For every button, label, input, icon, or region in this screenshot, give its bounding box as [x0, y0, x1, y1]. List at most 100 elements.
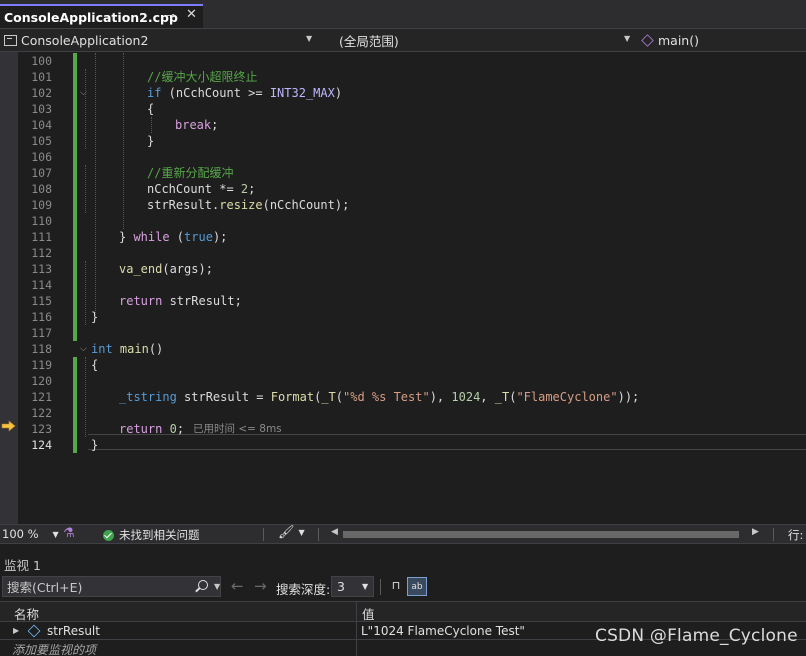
editor-status-bar: 100 % ▼ ⚗ 未找到相关问题 🖌 ▼ ◀ ▶ 行:: [0, 524, 806, 543]
line-number: 105: [31, 134, 52, 148]
code-line[interactable]: 102 ⌵ if (nCchCount >= INT32_MAX): [0, 85, 806, 101]
code-line[interactable]: 107 //重新分配缓冲: [0, 165, 806, 181]
divider: [773, 528, 774, 541]
code-line[interactable]: 104 break;: [0, 117, 806, 133]
code-text[interactable]: nCchCount *= 2;: [147, 181, 255, 197]
code-line[interactable]: 116}: [0, 309, 806, 325]
issues-indicator[interactable]: 未找到相关问题: [103, 527, 200, 543]
code-text[interactable]: return strResult;: [119, 293, 242, 309]
line-number: 103: [31, 102, 52, 116]
code-line[interactable]: 123 return 0; 已用时间 <= 8ms: [0, 421, 806, 437]
column-value-header[interactable]: 值: [362, 604, 375, 623]
code-text[interactable]: if (nCchCount >= INT32_MAX): [147, 85, 342, 101]
code-line[interactable]: 120: [0, 373, 806, 389]
code-text[interactable]: strResult.resize(nCchCount);: [147, 197, 349, 213]
chevron-down-icon: ▼: [306, 34, 313, 43]
health-icon[interactable]: ⚗: [63, 526, 75, 541]
scope-dropdown[interactable]: (全局范围) ▼: [322, 31, 634, 50]
search-previous-arrow-icon[interactable]: ←: [231, 577, 244, 595]
issues-text: 未找到相关问题: [119, 528, 200, 542]
code-editor[interactable]: 100 101//缓冲大小超限终止 102 ⌵ if (nCchCount >= INT…: [0, 52, 806, 524]
column-name-header[interactable]: 名称: [14, 604, 39, 623]
code-line[interactable]: 115 return strResult;: [0, 293, 806, 309]
change-tracking-bar: [73, 85, 77, 101]
code-line[interactable]: 111} while (true);: [0, 229, 806, 245]
code-line[interactable]: 118 ⌵ int main(): [0, 341, 806, 357]
code-line[interactable]: 117: [0, 325, 806, 341]
change-tracking-bar: [73, 437, 77, 453]
project-name: ConsoleApplication2: [21, 33, 149, 48]
code-text[interactable]: //缓冲大小超限终止: [147, 69, 257, 85]
watch-variable-value[interactable]: L"1024 FlameCyclone Test": [361, 624, 525, 638]
code-line[interactable]: 113 va_end(args);: [0, 261, 806, 277]
close-icon[interactable]: ✕: [186, 7, 197, 22]
divider: [318, 528, 319, 541]
scope-value: (全局范围): [339, 34, 399, 49]
code-line[interactable]: 109 strResult.resize(nCchCount);: [0, 197, 806, 213]
search-icon[interactable]: [198, 580, 208, 590]
code-line[interactable]: 122: [0, 405, 806, 421]
scroll-left-icon[interactable]: ◀: [331, 527, 338, 537]
code-line[interactable]: 112: [0, 245, 806, 261]
fold-chevron-icon[interactable]: ⌵: [80, 341, 87, 357]
line-number: 109: [31, 198, 52, 212]
code-line[interactable]: 100: [0, 53, 806, 69]
code-text[interactable]: {: [147, 101, 154, 117]
code-line[interactable]: 103 {: [0, 101, 806, 117]
chevron-down-icon[interactable]: ▼: [214, 582, 220, 591]
change-tracking-bar: [73, 309, 77, 325]
code-text[interactable]: } while (true);: [119, 229, 227, 245]
line-number: 118: [31, 342, 52, 356]
indent-guide: [85, 69, 86, 149]
code-line[interactable]: 105}: [0, 133, 806, 149]
line-number: 108: [31, 182, 52, 196]
chevron-down-icon: ▼: [362, 582, 369, 591]
watch-variable-name[interactable]: strResult: [47, 624, 100, 638]
function-cube-icon: [641, 34, 654, 47]
scroll-right-icon[interactable]: ▶: [752, 527, 759, 537]
code-line[interactable]: 124}: [0, 437, 806, 453]
watch-grid-header: 名称 值: [0, 601, 806, 623]
code-text[interactable]: break;: [175, 117, 218, 133]
code-text[interactable]: {: [91, 357, 98, 373]
code-line[interactable]: 101 //缓冲大小超限终止: [0, 69, 806, 85]
search-input[interactable]: 搜索(Ctrl+E) ▼: [2, 576, 221, 597]
code-line[interactable]: 106: [0, 149, 806, 165]
code-line[interactable]: 114: [0, 277, 806, 293]
line-number: 122: [31, 406, 52, 420]
indent-guide: [85, 165, 86, 213]
change-tracking-bar: [73, 53, 77, 69]
hex-display-icon[interactable]: ab: [407, 577, 427, 596]
pin-icon[interactable]: ⊸: [166, 9, 175, 22]
line-number: 113: [31, 262, 52, 276]
code-text[interactable]: }: [147, 133, 154, 149]
code-text[interactable]: int main(): [91, 341, 163, 357]
column-divider[interactable]: [356, 602, 357, 623]
horizontal-scrollbar[interactable]: [343, 531, 739, 538]
code-line[interactable]: 108 nCchCount *= 2;: [0, 181, 806, 197]
perf-tip[interactable]: 已用时间 <= 8ms: [193, 421, 282, 437]
code-line[interactable]: 121 _tstring strResult = Format(_T("%d %s…: [0, 389, 806, 405]
chevron-down-icon: ▼: [52, 529, 59, 539]
pin-to-source-icon[interactable]: ⊓: [386, 577, 406, 596]
line-number: 100: [31, 54, 52, 68]
code-text[interactable]: }: [91, 437, 98, 453]
code-text[interactable]: //重新分配缓冲: [147, 165, 233, 181]
add-watch-placeholder[interactable]: 添加要监视的项: [12, 641, 96, 656]
code-line[interactable]: 119 {: [0, 357, 806, 373]
member-dropdown[interactable]: main(): [641, 31, 806, 50]
code-line[interactable]: 110: [0, 213, 806, 229]
line-number: 119: [31, 358, 52, 372]
code-text[interactable]: return 0;: [119, 421, 184, 437]
expand-arrow-icon[interactable]: ▶: [13, 626, 19, 635]
code-text[interactable]: _tstring strResult = Format(_T("%d %s Te…: [119, 389, 639, 405]
project-icon: [4, 35, 17, 46]
code-text[interactable]: va_end(args);: [119, 261, 213, 277]
cleanup-brush-icon[interactable]: 🖌 ▼: [278, 525, 305, 540]
change-tracking-bar: [73, 69, 77, 85]
search-next-arrow-icon[interactable]: →: [254, 577, 267, 595]
search-depth-dropdown[interactable]: 3 ▼: [331, 576, 374, 597]
tab-consoleapplication2-cpp[interactable]: ConsoleApplication2.cpp ⊸ ✕: [0, 4, 203, 28]
zoom-combo[interactable]: 100 % ▼: [2, 527, 59, 541]
project-dropdown[interactable]: ConsoleApplication2 ▼: [4, 31, 316, 50]
